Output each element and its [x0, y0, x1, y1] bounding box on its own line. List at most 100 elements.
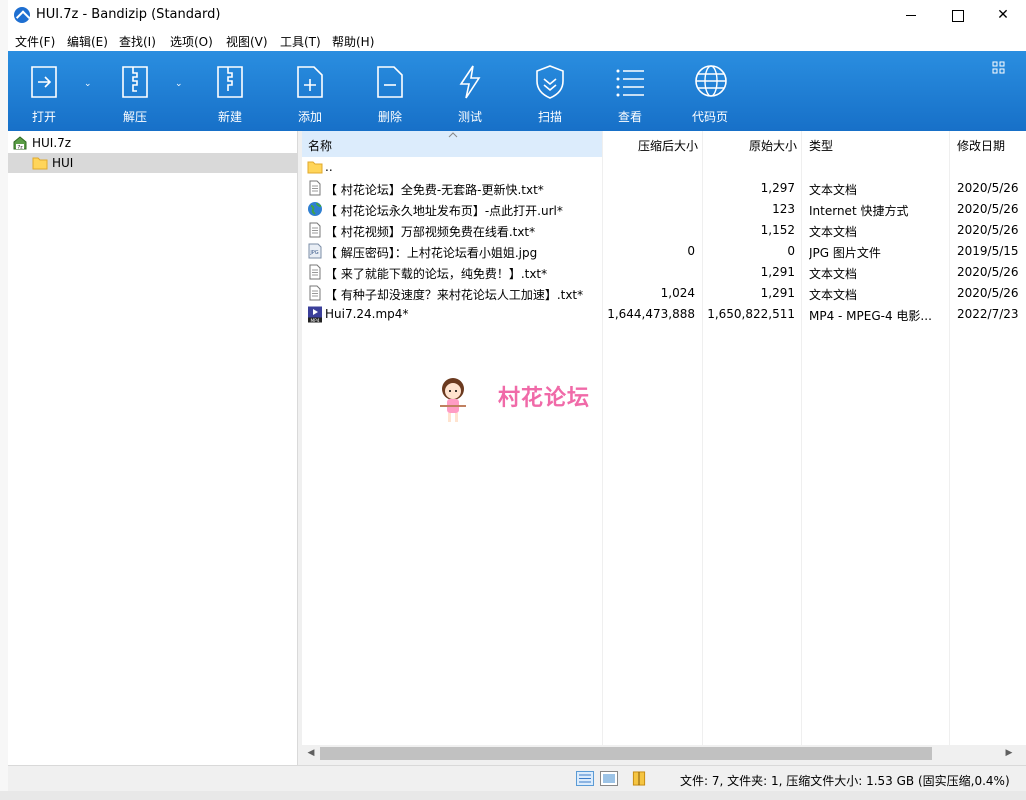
file-original-size: 0 [787, 244, 795, 258]
thumbnail-view-icon[interactable] [600, 771, 618, 786]
extract-dropdown-chevron-icon[interactable]: ⌄ [175, 79, 185, 89]
file-row[interactable]: 【 来了就能下载的论坛，纯免费！】.txt* 1,291 文本文档 2020/5/26 [302, 262, 1026, 283]
file-compressed-size: 1,644,473,888 [607, 307, 695, 321]
tree-item-folder[interactable]: HUI [8, 153, 298, 173]
codepage-label: 代码页 [691, 110, 728, 124]
new-archive-button[interactable]: 新建 [195, 51, 265, 131]
file-type: JPG 图片文件 [809, 246, 881, 260]
column-header-name[interactable]: 名称 [302, 131, 602, 157]
column-original-label: 原始大小 [748, 139, 797, 153]
scroll-left-arrow-icon[interactable]: ◀ [304, 747, 318, 760]
file-compressed-size: 0 [687, 244, 695, 258]
file-original-size: 1,291 [760, 265, 795, 279]
file-modified: 2020/5/26 [957, 286, 1019, 300]
column-compressed-label: 压缩后大小 [637, 139, 698, 153]
menu-bar: 文件(F) 编辑(E) 查找(I) 选项(O) 视图(V) 工具(T) 帮助(H… [8, 31, 1026, 51]
details-view-icon[interactable] [576, 771, 594, 786]
add-button[interactable]: 添加 [275, 51, 345, 131]
file-original-size: 1,297 [760, 181, 795, 195]
file-row[interactable]: 【 村花视频】万部视频免费在线看.txt* 1,152 文本文档 2020/5/26 [302, 220, 1026, 241]
menu-tools[interactable]: 工具(T) [280, 33, 321, 50]
file-list: 名称 压缩后大小 原始大小 类型 修改日期 .. 【 村花论坛】全免费-无套路-更… [302, 131, 1026, 745]
file-row[interactable]: 【 有种子却没速度？来村花论坛人工加速】.txt* 1,024 1,291 文本文档 2… [302, 283, 1026, 304]
jpg-file-icon: JPG [307, 243, 323, 260]
column-modified-label: 修改日期 [957, 139, 1006, 153]
file-name: 【 解压密码】：上村花论坛看小姐姐.jpg [325, 246, 538, 260]
tree-item-archive[interactable]: 7z HUI.7z [8, 133, 298, 153]
lightning-icon [459, 65, 481, 99]
file-row[interactable]: .. [302, 157, 1026, 178]
view-button[interactable]: 查看 [595, 51, 665, 131]
mp4-file-icon: MP4 [307, 306, 323, 324]
file-row[interactable]: JPG 【 解压密码】：上村花论坛看小姐姐.jpg 0 0 JPG 图片文件 2019/5… [302, 241, 1026, 262]
add-file-icon [297, 66, 323, 98]
test-label: 测试 [457, 110, 482, 124]
file-name: .. [325, 160, 333, 174]
file-modified: 2020/5/26 [957, 265, 1019, 279]
delete-label: 删除 [377, 110, 402, 124]
new-label: 新建 [217, 110, 242, 124]
column-header-modified[interactable]: 修改日期 [950, 131, 1026, 157]
column-type-label: 类型 [809, 139, 834, 153]
archive-info-icon[interactable] [630, 771, 648, 786]
menu-find[interactable]: 查找(I) [119, 33, 156, 50]
new-archive-icon [217, 66, 243, 98]
view-label: 查看 [617, 110, 642, 124]
layout-grid-icon[interactable] [992, 61, 1006, 75]
menu-edit[interactable]: 编辑(E) [67, 33, 108, 50]
title-bar[interactable]: HUI.7z - Bandizip (Standard) ✕ [8, 0, 1026, 31]
background-window-edge [0, 0, 8, 800]
text-file-icon [307, 285, 323, 302]
horizontal-scrollbar[interactable]: ◀ ▶ [302, 745, 1018, 762]
file-row[interactable]: 【 村花论坛】全免费-无套路-更新快.txt* 1,297 文本文档 2020/5/2… [302, 178, 1026, 199]
maximize-button[interactable] [934, 0, 980, 31]
extract-button[interactable]: 解压 [100, 51, 170, 131]
file-original-size: 1,650,822,511 [707, 307, 795, 321]
toolbar: 打开 ⌄ 解压 ⌄ 新建 添加 删除 测试 扫描 查看 代码页 [8, 51, 1026, 131]
file-row[interactable]: 【 村花论坛永久地址发布页】-点此打开.url* 123 Internet 快捷方式… [302, 199, 1026, 220]
file-row[interactable]: MP4 Hui7.24.mp4* 1,644,473,888 1,650,822,51… [302, 304, 1026, 325]
text-file-icon [307, 180, 323, 197]
file-type: 文本文档 [809, 267, 858, 281]
menu-file[interactable]: 文件(F) [15, 33, 55, 50]
svg-text:7z: 7z [17, 145, 23, 151]
tree-archive-label: HUI.7z [32, 136, 72, 150]
file-modified: 2019/5/15 [957, 244, 1019, 258]
file-modified: 2020/5/26 [957, 202, 1019, 216]
column-header-type[interactable]: 类型 [802, 131, 949, 157]
delete-button[interactable]: 删除 [355, 51, 425, 131]
minimize-button[interactable] [888, 0, 934, 31]
girl-mascot-icon [440, 378, 466, 422]
globe-icon [307, 201, 323, 218]
text-file-icon [307, 264, 323, 281]
scan-label: 扫描 [537, 110, 562, 124]
column-header-original[interactable]: 原始大小 [703, 131, 801, 157]
file-modified: 2020/5/26 [957, 181, 1019, 195]
scrollbar-thumb[interactable] [320, 747, 932, 760]
delete-file-icon [377, 66, 403, 98]
globe-icon [695, 65, 727, 97]
file-type: 文本文档 [809, 225, 858, 239]
column-header-compressed[interactable]: 压缩后大小 [603, 131, 702, 157]
menu-view[interactable]: 视图(V) [226, 33, 268, 50]
tree-folder-label: HUI [52, 156, 74, 170]
scroll-right-arrow-icon[interactable]: ▶ [1002, 747, 1016, 760]
open-button[interactable]: 打开 [9, 51, 79, 131]
scan-button[interactable]: 扫描 [515, 51, 585, 131]
shield-icon [536, 65, 564, 99]
open-label: 打开 [31, 110, 56, 124]
menu-help[interactable]: 帮助(H) [332, 33, 374, 50]
file-type: MP4 - MPEG-4 电影... [809, 309, 932, 323]
file-original-size: 123 [772, 202, 795, 216]
open-dropdown-chevron-icon[interactable]: ⌄ [84, 79, 94, 89]
menu-options[interactable]: 选项(O) [170, 33, 213, 50]
close-button[interactable]: ✕ [980, 0, 1026, 31]
watermark-text: 村花论坛 [498, 386, 591, 411]
file-type: 文本文档 [809, 288, 858, 302]
extract-icon [122, 66, 148, 98]
text-file-icon [307, 222, 323, 239]
codepage-button[interactable]: 代码页 [675, 51, 745, 131]
test-button[interactable]: 测试 [435, 51, 505, 131]
svg-text:MP4: MP4 [310, 318, 319, 323]
file-type: Internet 快捷方式 [809, 204, 909, 218]
